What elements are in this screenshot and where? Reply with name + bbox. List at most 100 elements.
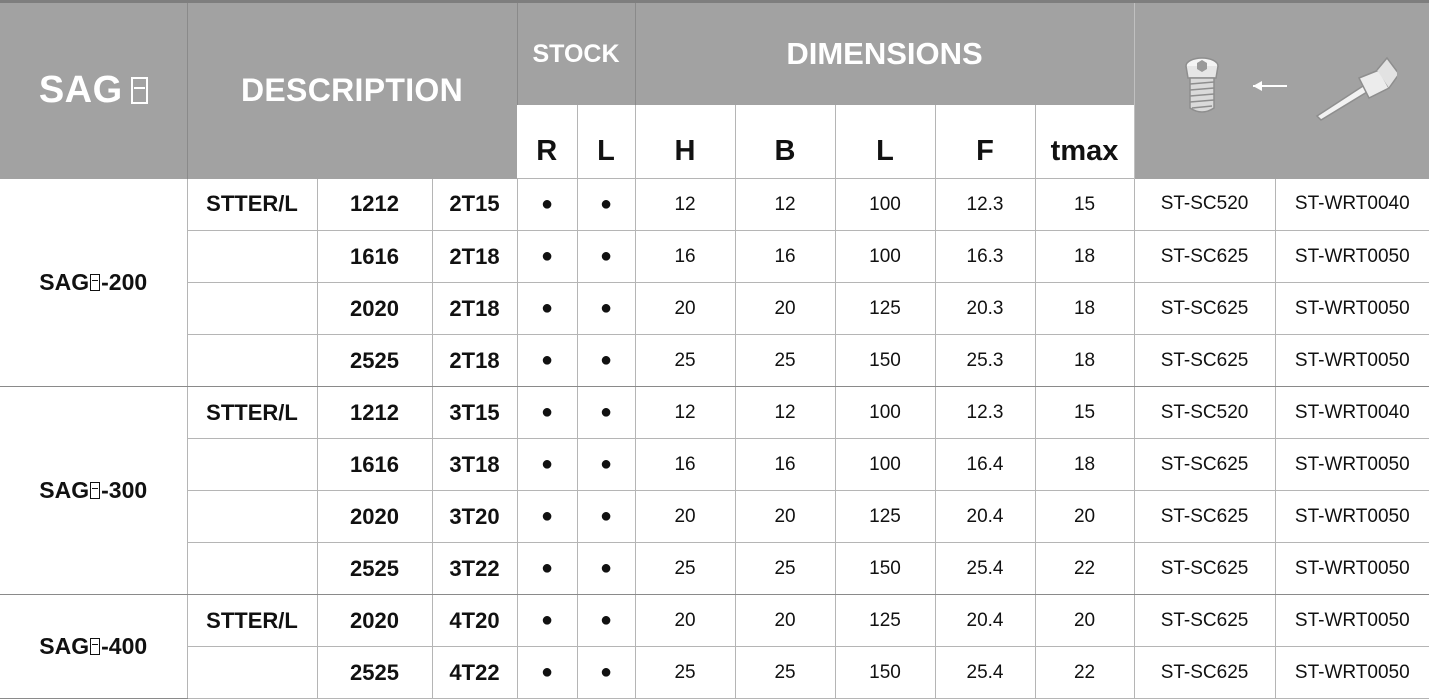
table-row: SAG -300 STTER/L 1212 3T15 ● ● 12 12 100 … [0,386,1429,595]
screw-icon [1185,57,1219,113]
insert-cell: 2T15 [431,178,518,231]
size-cell: 2525 [316,646,432,699]
screw-cell: ST-SC625 [1133,542,1276,595]
series-prefix: SAG [39,633,90,659]
b-cell: 20 [734,282,836,335]
wrench-cell: ST-WRT0050 [1274,282,1429,335]
screw-cell: ST-SC625 [1133,646,1276,699]
size-cell: 1616 [316,230,432,283]
insert-cell: 2T18 [431,230,518,283]
l-cell: 125 [834,594,936,647]
stock-header: STOCK [516,3,636,105]
screw-cell: ST-SC625 [1133,594,1276,647]
insert-cell: 3T18 [431,438,518,491]
description-header: DESCRIPTION [186,3,518,179]
tmax-cell: 15 [1034,386,1135,439]
stock-l-cell: ● [576,282,636,335]
f-cell: 25.3 [934,334,1036,387]
f-cell: 12.3 [934,386,1036,439]
table-header: SAG DESCRIPTION STOCK DIMENSIONS R L H B… [0,3,1429,179]
h-cell: 20 [634,594,736,647]
insert-cell: 2T18 [431,334,518,387]
b-cell: 25 [734,646,836,699]
series-suffix: -400 [101,633,148,659]
insert-cell: 3T20 [431,490,518,543]
l-cell: 125 [834,282,936,335]
stock-l-cell: ● [576,490,636,543]
size-cell: 2525 [316,334,432,387]
screw-cell: ST-SC625 [1133,282,1276,335]
table-row: 2020 2T18 ● ● 20 20 125 20.3 18 ST-SC625… [0,282,1429,335]
wrench-cell: ST-WRT0050 [1274,594,1429,647]
screw-cell: ST-SC520 [1133,386,1276,439]
screw-wrench-header [1133,3,1429,179]
stock-r-cell: ● [516,490,578,543]
wrench-cell: ST-WRT0050 [1274,438,1429,491]
screw-cell: ST-SC520 [1133,178,1276,231]
type-cell: STTER/L [186,178,317,231]
square-glyph-icon [90,273,101,291]
stock-l-cell: ● [576,542,636,595]
tmax-cell: 18 [1034,230,1135,283]
series-cell: SAG -400 [0,594,187,699]
f-cell: 20.4 [934,594,1036,647]
l-cell: 150 [834,646,936,699]
series-cell: SAG -300 [0,386,187,595]
series-cell: SAG -200 [0,178,187,387]
wrench-cell: ST-WRT0050 [1274,646,1429,699]
table-row: 2525 4T22 ● ● 25 25 150 25.4 22 ST-SC625… [0,646,1429,699]
h-cell: 25 [634,542,736,595]
f-cell: 20.4 [934,490,1036,543]
table-row: 2525 3T22 ● ● 25 25 150 25.4 22 ST-SC625… [0,542,1429,595]
wrench-cell: ST-WRT0050 [1274,334,1429,387]
insert-cell: 3T22 [431,542,518,595]
dim-b-header: B [734,105,836,179]
table-row: 1616 2T18 ● ● 16 16 100 16.3 18 ST-SC625… [0,230,1429,283]
stock-l-cell: ● [576,230,636,283]
series-header: SAG [0,3,187,179]
left-arrow-icon [1252,81,1287,92]
wrench-cell: ST-WRT0050 [1274,230,1429,283]
insert-cell: 2T18 [431,282,518,335]
dimensions-header: DIMENSIONS [634,3,1135,105]
h-cell: 16 [634,438,736,491]
table-row: 1616 3T18 ● ● 16 16 100 16.4 18 ST-SC625… [0,438,1429,491]
tmax-cell: 18 [1034,282,1135,335]
dim-l-header: L [834,105,936,179]
b-cell: 16 [734,438,836,491]
screw-cell: ST-SC625 [1133,334,1276,387]
type-cell [186,646,317,699]
size-cell: 2020 [316,282,432,335]
wrench-cell: ST-WRT0040 [1274,178,1429,231]
type-cell [186,282,317,335]
h-cell: 25 [634,646,736,699]
size-cell: 1212 [316,178,432,231]
type-cell [186,542,317,595]
f-cell: 12.3 [934,178,1036,231]
square-glyph-icon [90,482,101,499]
table-body: SAG -200 STTER/L 1212 2T15 ● ● 12 12 100 … [0,178,1429,699]
insert-cell: 4T22 [431,646,518,699]
screw-cell: ST-SC625 [1133,230,1276,283]
stock-l-cell: ● [576,594,636,647]
stock-r-cell: ● [516,178,578,231]
stock-l-cell: ● [576,334,636,387]
product-table: SAG DESCRIPTION STOCK DIMENSIONS R L H B… [0,3,1429,699]
series-prefix: SAG [39,477,90,503]
square-glyph-icon [130,77,148,105]
tmax-cell: 18 [1034,438,1135,491]
f-cell: 16.4 [934,438,1036,491]
stock-l-header: L [576,105,636,179]
b-cell: 25 [734,542,836,595]
size-cell: 1616 [316,438,432,491]
screw-cell: ST-SC625 [1133,490,1276,543]
l-cell: 150 [834,542,936,595]
h-cell: 16 [634,230,736,283]
table-row: SAG -200 STTER/L 1212 2T15 ● ● 12 12 100 … [0,178,1429,387]
tmax-cell: 22 [1034,646,1135,699]
h-cell: 12 [634,386,736,439]
b-cell: 20 [734,594,836,647]
series-suffix: -200 [101,268,148,295]
type-cell [186,438,317,491]
tmax-cell: 20 [1034,490,1135,543]
